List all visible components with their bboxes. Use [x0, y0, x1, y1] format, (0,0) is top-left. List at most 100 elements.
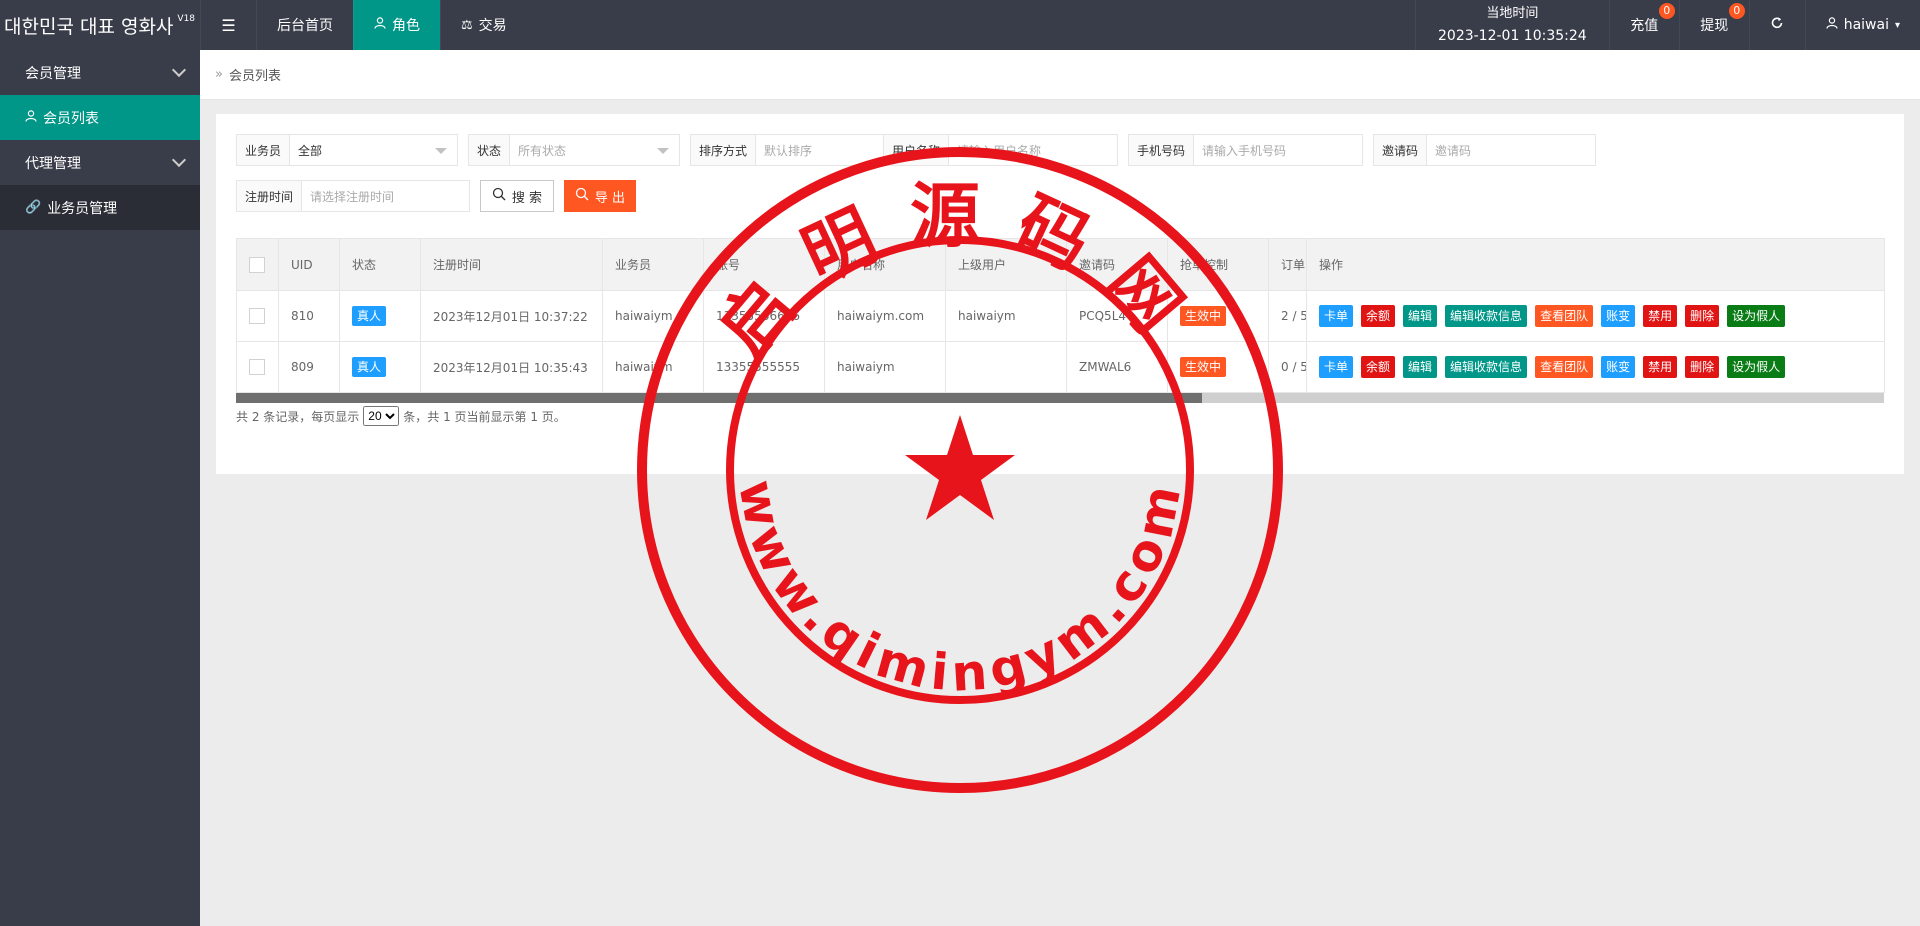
invite-code-placeholder: 邀请码	[1435, 143, 1472, 158]
parent-cell: haiwaiym	[945, 290, 1067, 342]
breadcrumb: » 会员列表	[200, 50, 1920, 100]
delete-button[interactable]: 删除	[1685, 305, 1720, 327]
set-fake-button[interactable]: 设为假人	[1727, 356, 1786, 378]
status-cell: 真人	[339, 290, 421, 342]
scrollbar-thumb[interactable]	[236, 393, 1202, 403]
filter-row: 业务员 全部 状态 所有状态 排序方式 默认排序 用户名称 请输入用户名称 手机…	[236, 134, 1606, 166]
account-change-button[interactable]: 账变	[1601, 305, 1636, 327]
column-header[interactable]: 用户名称	[824, 238, 946, 291]
regtime-field[interactable]: 注册时间 请选择注册时间	[236, 180, 470, 212]
nav-home-label: 后台首页	[277, 18, 333, 34]
view-team-button[interactable]: 查看团队	[1535, 305, 1594, 327]
account-change-button[interactable]: 账变	[1601, 356, 1636, 378]
filter-row-2: 注册时间 请选择注册时间 搜 索 导 出	[236, 180, 636, 212]
search-button[interactable]: 搜 索	[480, 180, 554, 212]
salesman-select[interactable]: 业务员 全部	[236, 134, 458, 166]
top-nav: ☰ 后台首页 角色 ⚖ 交易	[200, 0, 527, 50]
salesman-cell: haiwaiym	[602, 290, 704, 342]
status-select[interactable]: 状态 所有状态	[468, 134, 680, 166]
nav-trade-label: 交易	[478, 18, 507, 34]
search-icon	[575, 187, 589, 205]
balance-button[interactable]: 余额	[1361, 305, 1396, 327]
column-header[interactable]: UID	[278, 238, 340, 291]
sort-placeholder: 默认排序	[764, 143, 813, 158]
table-header-row: UID 状态 注册时间 业务员 账号 用户名称 上级用户 邀请码 抢单控制 订单…	[236, 238, 1885, 291]
phone-label: 手机号码	[1129, 135, 1195, 165]
edit-button[interactable]: 编辑	[1403, 305, 1438, 327]
invite-cell: PCQ5L4	[1066, 290, 1168, 342]
select-all-checkbox[interactable]	[236, 238, 279, 291]
balance-button[interactable]: 余额	[1361, 356, 1396, 378]
invite-code-field[interactable]: 邀请码 邀请码	[1373, 134, 1596, 166]
column-header[interactable]: 上级用户	[945, 238, 1067, 291]
sidebar-group-member[interactable]: 会员管理	[0, 50, 200, 95]
link-icon: 🔗	[25, 200, 42, 215]
breadcrumb-label[interactable]: 会员列表	[229, 65, 281, 84]
edit-payment-button[interactable]: 编辑收款信息	[1445, 305, 1528, 327]
status-label: 状态	[469, 135, 511, 165]
column-header[interactable]: 状态	[339, 238, 421, 291]
search-button-label: 搜 索	[511, 190, 543, 206]
orders-cell: 2 / 5	[1268, 290, 1307, 342]
export-button[interactable]: 导 出	[564, 180, 636, 212]
sidebar-group-agent[interactable]: 代理管理	[0, 140, 200, 185]
column-header[interactable]: 订单	[1268, 238, 1307, 291]
column-header[interactable]: 邀请码	[1066, 238, 1168, 291]
set-fake-button[interactable]: 设为假人	[1727, 305, 1786, 327]
account-cell: 13355566666	[703, 290, 825, 342]
column-header[interactable]: 注册时间	[420, 238, 603, 291]
disable-button[interactable]: 禁用	[1643, 305, 1678, 327]
user-menu[interactable]: haiwai ▾	[1804, 0, 1920, 50]
regtime-cell: 2023年12月01日 10:35:43	[420, 341, 603, 393]
recharge-button[interactable]: 充值 0	[1608, 0, 1679, 50]
column-header: 操作	[1306, 238, 1885, 291]
ops-cell: 卡单 余额 编辑 编辑收款信息 查看团队 账变 禁用 删除 设为假人	[1306, 341, 1885, 393]
salesman-cell: haiwaiym	[602, 341, 704, 393]
edit-payment-button[interactable]: 编辑收款信息	[1445, 356, 1528, 378]
edit-button[interactable]: 编辑	[1403, 356, 1438, 378]
regtime-label: 注册时间	[237, 181, 303, 211]
card-order-button[interactable]: 卡单	[1319, 356, 1354, 378]
view-team-button[interactable]: 查看团队	[1535, 356, 1594, 378]
column-header[interactable]: 账号	[703, 238, 825, 291]
withdraw-button[interactable]: 提现 0	[1678, 0, 1749, 50]
salesman-label: 业务员	[237, 135, 291, 165]
card-order-button[interactable]: 卡单	[1319, 305, 1354, 327]
user-icon	[374, 17, 386, 33]
nav-home[interactable]: 后台首页	[256, 0, 353, 50]
local-time-value: 2023-12-01 10:35:24	[1438, 28, 1587, 44]
status-cell: 真人	[339, 341, 421, 393]
horizontal-scrollbar[interactable]	[236, 393, 1884, 403]
row-checkbox[interactable]	[236, 290, 279, 342]
nav-role[interactable]: 角色	[353, 0, 440, 50]
status-badge[interactable]: 真人	[352, 306, 387, 326]
sidebar-item-member-list[interactable]: 会员列表	[0, 95, 200, 140]
brand-name: 대한민국 대표 영화사	[4, 15, 174, 38]
delete-button[interactable]: 删除	[1685, 356, 1720, 378]
ops-cell: 卡单 余额 编辑 编辑收款信息 查看团队 账变 禁用 删除 设为假人	[1306, 290, 1885, 342]
sidebar-item-label: 业务员管理	[47, 200, 118, 217]
menu-toggle-button[interactable]: ☰	[200, 0, 256, 50]
control-cell: 生效中	[1167, 341, 1269, 393]
nav-trade[interactable]: ⚖ 交易	[440, 0, 527, 50]
menu-fold-icon: ☰	[221, 15, 236, 35]
status-badge[interactable]: 生效中	[1180, 357, 1227, 377]
nav-role-label: 角色	[392, 18, 420, 34]
status-badge[interactable]: 真人	[352, 357, 387, 377]
user-icon	[25, 109, 37, 126]
status-badge[interactable]: 生效中	[1180, 306, 1227, 326]
sidebar-group-label: 代理管理	[25, 155, 81, 172]
column-header[interactable]: 抢单控制	[1167, 238, 1269, 291]
parent-cell	[945, 341, 1067, 393]
sidebar: 会员管理 会员列表 代理管理 🔗 业务员管理	[0, 50, 200, 926]
row-checkbox[interactable]	[236, 341, 279, 393]
column-header[interactable]: 业务员	[602, 238, 704, 291]
sidebar-item-salesman[interactable]: 🔗 业务员管理	[0, 185, 200, 230]
page-size-select[interactable]: 20	[363, 406, 400, 426]
disable-button[interactable]: 禁用	[1643, 356, 1678, 378]
phone-field[interactable]: 手机号码 请输入手机号码	[1128, 134, 1363, 166]
sort-label: 排序方式	[691, 135, 757, 165]
sort-select[interactable]: 排序方式 默认排序	[690, 134, 925, 166]
member-table: UID 状态 注册时间 业务员 账号 用户名称 上级用户 邀请码 抢单控制 订单…	[236, 238, 1885, 403]
refresh-button[interactable]	[1748, 0, 1805, 50]
